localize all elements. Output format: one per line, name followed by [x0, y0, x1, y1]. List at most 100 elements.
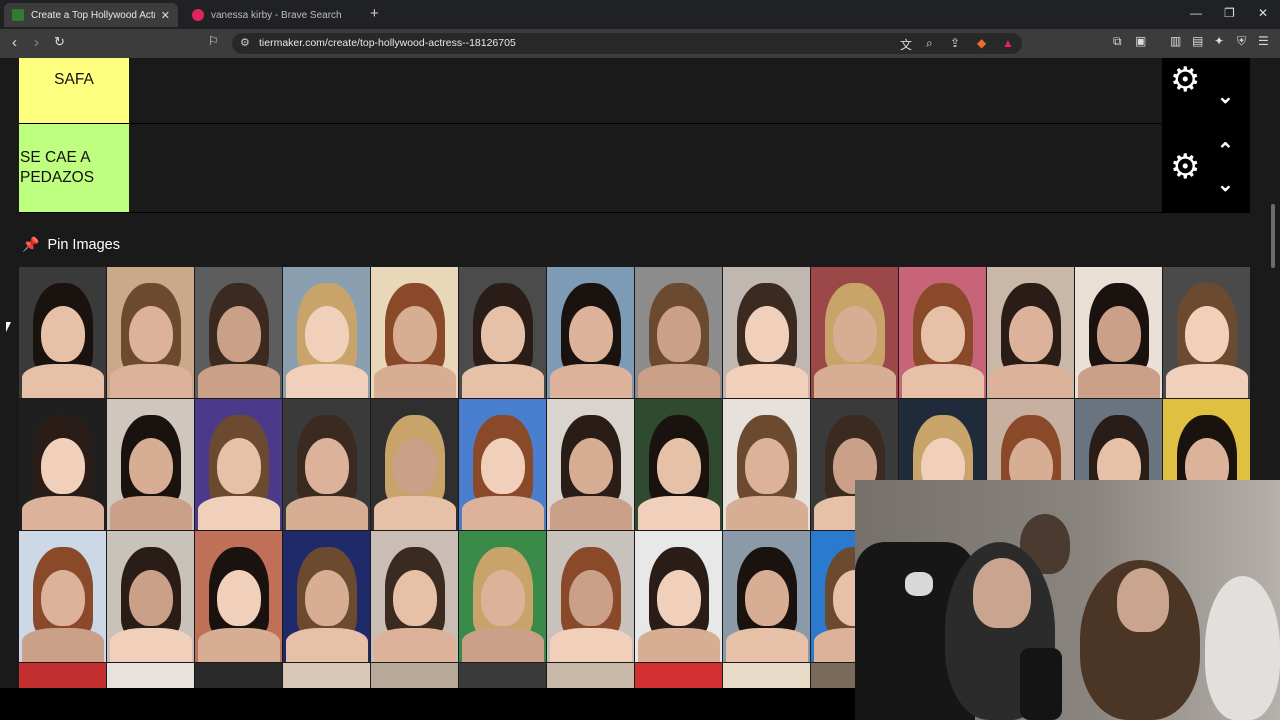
portrait-face — [128, 306, 173, 363]
tier-label[interactable]: SE CAE A PEDAZOS — [19, 124, 129, 212]
portrait-face — [744, 438, 789, 495]
actress-image[interactable] — [283, 267, 370, 398]
site-info-icon[interactable]: ⚙ — [240, 36, 250, 49]
actress-image[interactable] — [283, 531, 370, 662]
portrait-face — [744, 306, 789, 363]
close-tab-icon[interactable]: ✕ — [161, 9, 170, 22]
actress-image[interactable] — [723, 267, 810, 398]
vpn-icon[interactable]: ⛨ — [1237, 34, 1246, 49]
actress-image[interactable] — [195, 267, 282, 398]
actress-image[interactable] — [1163, 267, 1250, 398]
actress-image[interactable] — [1075, 267, 1162, 398]
portrait-face — [920, 306, 965, 363]
portrait-shoulders — [285, 496, 368, 530]
actress-image[interactable] — [547, 399, 634, 530]
minimize-icon[interactable]: — — [1190, 6, 1202, 20]
portrait-shoulders — [197, 496, 280, 530]
gear-icon[interactable]: ⚙ — [1170, 147, 1200, 187]
wallet-icon[interactable]: ▣ — [1135, 34, 1146, 48]
forward-icon[interactable]: › — [34, 34, 39, 51]
extensions-icon[interactable]: ⧉ — [1113, 34, 1122, 49]
portrait-face — [392, 306, 437, 363]
actress-image[interactable] — [19, 267, 106, 398]
reload-icon[interactable]: ↻ — [54, 34, 65, 50]
actress-image[interactable] — [459, 663, 546, 688]
portrait-face — [832, 306, 877, 363]
portrait-face — [480, 306, 525, 363]
actress-image[interactable] — [987, 267, 1074, 398]
portrait-face — [1184, 306, 1229, 363]
actress-image[interactable] — [371, 663, 458, 688]
restore-icon[interactable]: ❐ — [1224, 6, 1235, 20]
portrait-shoulders — [549, 628, 632, 662]
portrait-shoulders — [725, 496, 808, 530]
actress-image[interactable] — [635, 399, 722, 530]
portrait-shoulders — [197, 364, 280, 398]
actress-image[interactable] — [547, 663, 634, 688]
translate-icon[interactable]: 文 — [900, 36, 912, 53]
actress-image[interactable] — [547, 531, 634, 662]
actress-image[interactable] — [723, 531, 810, 662]
portrait-face — [128, 570, 173, 627]
chevron-up-icon[interactable]: ⌃ — [1217, 138, 1234, 163]
actress-image[interactable] — [195, 663, 282, 688]
brave-rewards-icon[interactable]: ▲ — [1002, 36, 1014, 50]
tier-row-safa: SAFA ⚙ ⌃ ⌄ — [19, 58, 1250, 124]
portrait-face — [216, 306, 261, 363]
actress-image[interactable] — [635, 531, 722, 662]
tier-row-se-cae-a-pedazos: SE CAE A PEDAZOS ⚙ ⌃ ⌄ — [19, 124, 1250, 213]
actress-image[interactable] — [635, 663, 722, 688]
sidebar-icon[interactable]: ▥ — [1170, 34, 1181, 48]
chevron-down-icon[interactable]: ⌄ — [1217, 172, 1234, 197]
actress-image[interactable] — [19, 531, 106, 662]
portrait-face — [392, 570, 437, 627]
actress-image[interactable] — [723, 663, 810, 688]
actress-image[interactable] — [283, 399, 370, 530]
close-window-icon[interactable]: ✕ — [1258, 6, 1268, 20]
portrait-shoulders — [637, 628, 720, 662]
actress-image[interactable] — [283, 663, 370, 688]
menu-icon[interactable]: ☰ — [1258, 34, 1269, 48]
leo-ai-icon[interactable]: ✦ — [1214, 34, 1224, 48]
actress-image[interactable] — [459, 531, 546, 662]
scrollbar[interactable] — [1271, 204, 1275, 268]
actress-image[interactable] — [723, 399, 810, 530]
actress-image[interactable] — [371, 531, 458, 662]
actress-image[interactable] — [19, 663, 106, 688]
actress-image[interactable] — [459, 267, 546, 398]
actress-image[interactable] — [195, 399, 282, 530]
chevron-up-icon[interactable]: ⌃ — [1217, 58, 1234, 73]
actress-image[interactable] — [371, 399, 458, 530]
portrait-shoulders — [549, 364, 632, 398]
actress-image[interactable] — [107, 267, 194, 398]
portrait-shoulders — [373, 364, 456, 398]
portrait-shoulders — [21, 496, 104, 530]
tab-search-icon[interactable]: ▤ — [1192, 34, 1203, 48]
bookmark-icon[interactable]: ⚐ — [208, 34, 219, 48]
tab-brave-search[interactable]: vanessa kirby - Brave Search — [184, 3, 364, 27]
actress-image[interactable] — [107, 663, 194, 688]
address-bar[interactable]: ⚙ tiermaker.com/create/top-hollywood-act… — [232, 33, 1022, 54]
chevron-down-icon[interactable]: ⌄ — [1217, 84, 1234, 109]
actress-image[interactable] — [19, 399, 106, 530]
tab-tiermaker[interactable]: Create a Top Hollywood Actress ✕ — [4, 3, 178, 27]
new-tab-icon[interactable]: + — [370, 5, 379, 22]
portrait-face — [40, 306, 85, 363]
actress-image[interactable] — [459, 399, 546, 530]
back-icon[interactable]: ‹ — [12, 34, 17, 51]
share-icon[interactable]: ⇪ — [950, 36, 960, 50]
actress-image[interactable] — [371, 267, 458, 398]
actress-image[interactable] — [899, 267, 986, 398]
portrait-shoulders — [21, 628, 104, 662]
actress-image[interactable] — [107, 531, 194, 662]
tier-label[interactable]: SAFA — [19, 58, 129, 123]
actress-image[interactable] — [547, 267, 634, 398]
brave-shield-icon[interactable]: ◆ — [977, 36, 986, 50]
actress-image[interactable] — [811, 267, 898, 398]
portrait-face — [216, 570, 261, 627]
gear-icon[interactable]: ⚙ — [1170, 60, 1200, 100]
zoom-icon[interactable]: ⌕ — [926, 36, 933, 51]
actress-image[interactable] — [635, 267, 722, 398]
actress-image[interactable] — [107, 399, 194, 530]
actress-image[interactable] — [195, 531, 282, 662]
